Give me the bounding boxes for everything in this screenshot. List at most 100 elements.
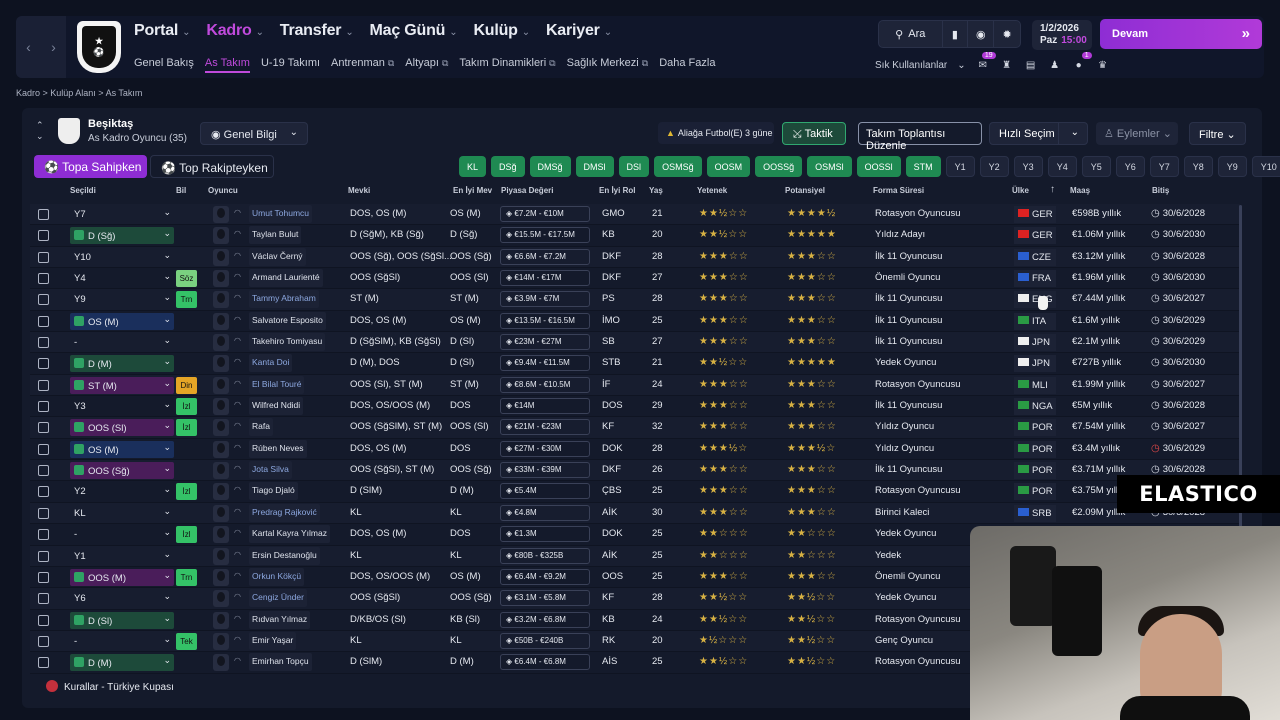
player-name[interactable]: Jota Silva xyxy=(249,461,292,480)
player-photo[interactable] xyxy=(213,270,229,288)
table-row[interactable]: Y2 ⌄ İzl ◠ Tiago Djaló D (SlM) D (M) ◈ €5.4M ÇBS… xyxy=(30,481,1240,503)
back-arrow-icon[interactable]: ‹ xyxy=(26,39,31,55)
player-slot-chip[interactable]: Y3 xyxy=(1013,156,1043,177)
player-name[interactable]: Rafa xyxy=(249,418,273,437)
table-row[interactable]: D (M) ⌄ ◠ Kanta Doi D (M), DOS D (Sl) ◈ €9.4M … xyxy=(30,353,1240,375)
nationality[interactable]: SRB xyxy=(1014,504,1056,522)
column-header[interactable]: Bitiş xyxy=(1152,186,1169,195)
player-photo[interactable] xyxy=(213,398,229,416)
player-photo[interactable] xyxy=(213,654,229,672)
select-checkbox[interactable] xyxy=(38,614,49,626)
player-photo[interactable] xyxy=(213,376,229,394)
table-row[interactable]: ST (M) ⌄ Din ◠ El Bilal Touré OOS (Sl), ST (M… xyxy=(30,374,1240,397)
subnav-0[interactable]: Genel Bakış xyxy=(134,57,194,73)
player-photo[interactable] xyxy=(213,334,229,352)
nationality[interactable]: CZE xyxy=(1014,248,1056,266)
training-icon[interactable]: ● 1 xyxy=(1072,52,1092,72)
player-name[interactable]: Emir Yaşar xyxy=(249,631,297,650)
formation-chip[interactable]: DMSğ xyxy=(529,156,571,177)
nationality[interactable]: JPN xyxy=(1014,334,1056,352)
table-row[interactable]: OOS (Sl) ⌄ İzl ◠ Rafa OOS (SğSlM), ST (M) OOS … xyxy=(30,417,1240,439)
formation-chip[interactable]: DMSl xyxy=(575,156,614,177)
lineup-select[interactable]: Y3 ⌄ xyxy=(70,398,174,415)
lineup-select[interactable]: D (Sl) ⌄ xyxy=(70,611,174,629)
select-checkbox[interactable] xyxy=(38,315,49,327)
nav-4[interactable]: Kulüp ⌄ xyxy=(473,22,530,40)
team-meeting-button[interactable]: Takım Toplantısı Düzenle xyxy=(858,122,982,152)
table-row[interactable]: KL ⌄ ◠ Predrag Rajković KL KL ◈ €4.8M AİK 30 ★★★☆… xyxy=(30,502,1240,525)
subnav-3[interactable]: Antrenman ⧉ xyxy=(331,57,394,73)
select-checkbox[interactable] xyxy=(38,465,49,477)
globe-icon[interactable]: ◉ xyxy=(968,21,995,47)
nationality[interactable]: POR xyxy=(1014,483,1056,501)
player-photo[interactable] xyxy=(213,568,229,586)
lineup-select[interactable]: D (M) ⌄ xyxy=(70,654,174,672)
sort-arrow-icon[interactable]: ↑ xyxy=(1050,184,1055,195)
nationality[interactable]: GER xyxy=(1014,227,1056,245)
player-name[interactable]: Wilfred Ndidi xyxy=(249,397,304,416)
table-row[interactable]: Y4 ⌄ Söz ◠ Armand Laurienté OOS (SğSl) OOS (Sl… xyxy=(30,268,1240,290)
nationality[interactable]: NGA xyxy=(1014,398,1056,416)
column-header[interactable]: Forma Süresi xyxy=(873,186,924,195)
formation-chip[interactable]: OOSSğ xyxy=(755,156,803,177)
table-row[interactable]: OS (M) ⌄ ◠ Rúben Neves DOS, OS (M) DOS ◈ €27M … xyxy=(30,438,1240,461)
column-header[interactable]: Oyuncu xyxy=(208,186,238,195)
gear-icon[interactable]: ✹ xyxy=(994,21,1020,47)
lineup-select[interactable]: Y10 ⌄ xyxy=(70,249,174,266)
column-header[interactable]: Seçildi xyxy=(70,186,96,195)
select-checkbox[interactable] xyxy=(38,273,49,285)
lineup-select[interactable]: D (M) ⌄ xyxy=(70,355,174,373)
tab-in-possession[interactable]: ⚽ Topa Sahipken xyxy=(34,155,147,178)
nationality[interactable]: POR xyxy=(1014,440,1056,458)
formation-chip[interactable]: OSMSğ xyxy=(654,156,702,177)
nationality[interactable]: POR xyxy=(1014,419,1056,437)
column-header[interactable]: Yetenek xyxy=(697,186,727,195)
player-name[interactable]: Václav Černý xyxy=(249,247,306,266)
actions-button[interactable]: ♙ Eylemler ⌄ xyxy=(1096,122,1178,145)
player-slot-chip[interactable]: Y2 xyxy=(979,156,1009,177)
table-row[interactable]: Y7 ⌄ ◠ Umut Tohumcu DOS, OS (M) OS (M) ◈ €7.2M… xyxy=(30,204,1240,226)
nationality[interactable]: ENG xyxy=(1014,291,1056,309)
formation-chip[interactable]: DSl xyxy=(618,156,650,177)
select-checkbox[interactable] xyxy=(38,507,49,519)
player-photo[interactable] xyxy=(213,462,229,480)
nav-3[interactable]: Maç Günü ⌄ xyxy=(370,22,458,40)
player-photo[interactable] xyxy=(213,291,229,309)
lineup-select[interactable]: - ⌄ xyxy=(70,633,174,650)
table-row[interactable]: OOS (Sğ) ⌄ ◠ Jota Silva OOS (SğSl), ST (M) OO… xyxy=(30,460,1240,482)
player-name[interactable]: Tammy Abraham xyxy=(249,290,319,309)
select-checkbox[interactable] xyxy=(38,401,49,413)
select-checkbox[interactable] xyxy=(38,635,49,647)
select-checkbox[interactable] xyxy=(38,337,49,349)
filter-button[interactable]: Filtre ⌄ xyxy=(1189,122,1246,145)
club-crest-logo[interactable]: ★ ⚽ xyxy=(77,21,121,73)
player-name[interactable]: El Bilal Touré xyxy=(249,375,305,394)
chevron-down-icon[interactable]: ⌄ xyxy=(1071,127,1079,138)
nationality[interactable]: POR xyxy=(1014,462,1056,480)
select-checkbox[interactable] xyxy=(38,379,49,391)
breadcrumb[interactable]: Kadro > Kulüp Alanı > As Takım xyxy=(16,88,142,98)
select-checkbox[interactable] xyxy=(38,443,49,455)
select-checkbox[interactable] xyxy=(38,571,49,583)
subnav-5[interactable]: Takım Dinamikleri ⧉ xyxy=(459,57,555,73)
select-checkbox[interactable] xyxy=(38,209,49,220)
formation-chip[interactable]: OOSSl xyxy=(856,156,901,177)
select-checkbox[interactable] xyxy=(38,251,49,263)
nationality[interactable]: ITA xyxy=(1014,312,1056,330)
player-photo[interactable] xyxy=(213,355,229,373)
select-checkbox[interactable] xyxy=(38,294,49,306)
player-photo[interactable] xyxy=(213,526,229,544)
select-checkbox[interactable] xyxy=(38,230,49,242)
nav-1[interactable]: Kadro ⌄ xyxy=(206,22,264,40)
nationality[interactable]: MLI xyxy=(1014,376,1056,394)
table-row[interactable]: - ⌄ ◠ Takehiro Tomiyasu D (SğSlM), KB (SğSl)… xyxy=(30,332,1240,354)
player-photo[interactable] xyxy=(213,504,229,522)
player-name[interactable]: Rıdvan Yılmaz xyxy=(249,610,311,629)
player-name[interactable]: Umut Tohumcu xyxy=(249,205,313,223)
next-match-alert[interactable]: ▲ Aliağa Futbol(E) 3 güne xyxy=(658,122,774,144)
forward-arrow-icon[interactable]: › xyxy=(51,39,56,55)
player-name[interactable]: Tiago Djaló xyxy=(249,482,298,501)
player-slot-chip[interactable]: Y4 xyxy=(1047,156,1077,177)
formation-chip[interactable]: STM xyxy=(905,156,941,177)
player-name[interactable]: Kanta Doi xyxy=(249,354,293,373)
